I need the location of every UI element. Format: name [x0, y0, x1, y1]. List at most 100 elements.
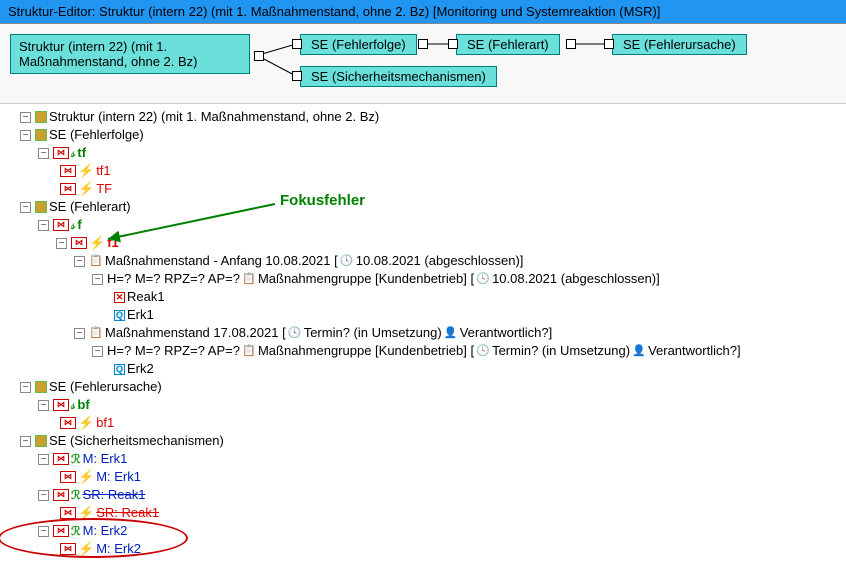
- tree-row[interactable]: − H=? M=? RPZ=? AP=? Maßnahmengruppe [Ku…: [20, 342, 842, 360]
- connector-node: [292, 39, 302, 49]
- collapse-icon[interactable]: −: [74, 256, 85, 267]
- collapse-icon[interactable]: −: [56, 238, 67, 249]
- link-icon: ℛ: [71, 450, 81, 468]
- connector-node: [448, 39, 458, 49]
- node-label: M: Erk1: [83, 450, 128, 468]
- node-label: Maßnahmenstand - Anfang 10.08.2021 [: [105, 252, 338, 270]
- tree-row[interactable]: − ⋈ 𝓈 tf: [20, 144, 842, 162]
- node-label: M: Erk2: [96, 540, 141, 558]
- tree-row[interactable]: ⋈ ⚡ tf1: [20, 162, 842, 180]
- box-fehlerart[interactable]: SE (Fehlerart): [456, 34, 560, 55]
- collapse-icon[interactable]: −: [38, 220, 49, 231]
- root-box[interactable]: Struktur (intern 22) (mit 1. Maßnahmenst…: [10, 34, 250, 74]
- clipboard-icon: [242, 272, 256, 286]
- box-fehlerfolge[interactable]: SE (Fehlerfolge): [300, 34, 417, 55]
- node-label: Erk2: [127, 360, 154, 378]
- tree-view[interactable]: Fokusfehler − Struktur (intern 22) (mit …: [0, 104, 846, 562]
- link-icon: ℛ: [71, 486, 81, 504]
- gate-icon: ⋈: [60, 507, 76, 519]
- node-label: Verantwortlich?]: [648, 342, 741, 360]
- x-icon: ✕: [114, 292, 125, 303]
- box-fehlerursache[interactable]: SE (Fehlerursache): [612, 34, 747, 55]
- person-icon: [444, 326, 458, 340]
- annotation-fokusfehler: Fokusfehler: [280, 192, 365, 210]
- tree-row-f1[interactable]: − ⋈ ⚡ f1: [20, 234, 842, 252]
- q-icon: Q: [114, 364, 125, 375]
- struct-icon: [35, 381, 47, 393]
- tree-row-m-erk2-child[interactable]: ⋈ ⚡ M: Erk2: [20, 540, 842, 558]
- node-label: Maßnahmenstand 17.08.2021 [: [105, 324, 286, 342]
- tree-row-sicherheitsmechanismen[interactable]: − SE (Sicherheitsmechanismen): [20, 432, 842, 450]
- node-label: M: Erk1: [96, 468, 141, 486]
- link-icon: 𝓈: [71, 144, 75, 162]
- node-label: Maßnahmengruppe [Kundenbetrieb] [: [258, 270, 474, 288]
- bolt-icon: ⚡: [78, 180, 94, 198]
- gate-icon: ⋈: [60, 471, 76, 483]
- tree-row-fehlerfolge[interactable]: − SE (Fehlerfolge): [20, 126, 842, 144]
- struct-icon: [35, 129, 47, 141]
- tree-row[interactable]: ⋈ ⚡ TF: [20, 180, 842, 198]
- bolt-icon: ⚡: [78, 162, 94, 180]
- tree-row[interactable]: Q Erk1: [20, 306, 842, 324]
- tree-row[interactable]: − Maßnahmenstand - Anfang 10.08.2021 [ 1…: [20, 252, 842, 270]
- node-label: Maßnahmengruppe [Kundenbetrieb] [: [258, 342, 474, 360]
- node-label: Verantwortlich?]: [460, 324, 553, 342]
- tree-row[interactable]: − ⋈ 𝓈 bf: [20, 396, 842, 414]
- tree-row[interactable]: ⋈ ⚡ SR: Reak1: [20, 504, 842, 522]
- connector-node: [254, 51, 264, 61]
- collapse-icon[interactable]: −: [20, 382, 31, 393]
- link-icon: ℛ: [71, 522, 81, 540]
- title-bar: Struktur-Editor: Struktur (intern 22) (m…: [0, 0, 846, 24]
- node-label: tf: [77, 144, 86, 162]
- node-label: 10.08.2021 (abgeschlossen)]: [356, 252, 524, 270]
- tree-row[interactable]: − H=? M=? RPZ=? AP=? Maßnahmengruppe [Ku…: [20, 270, 842, 288]
- collapse-icon[interactable]: −: [20, 202, 31, 213]
- node-label: SR: Reak1: [96, 504, 159, 522]
- bolt-icon: ⚡: [78, 540, 94, 558]
- tree-row-fehlerursache[interactable]: − SE (Fehlerursache): [20, 378, 842, 396]
- tree-row[interactable]: ⋈ ⚡ M: Erk1: [20, 468, 842, 486]
- tree-row-fehlerart[interactable]: − SE (Fehlerart): [20, 198, 842, 216]
- clock-icon: [340, 254, 354, 268]
- collapse-icon[interactable]: −: [38, 454, 49, 465]
- tree-row[interactable]: ⋈ ⚡ bf1: [20, 414, 842, 432]
- box-sicherheitsmechanismen[interactable]: SE (Sicherheitsmechanismen): [300, 66, 497, 87]
- collapse-icon[interactable]: −: [74, 328, 85, 339]
- tree-row[interactable]: − Maßnahmenstand 17.08.2021 [ Termin? (i…: [20, 324, 842, 342]
- node-label: Struktur (intern 22) (mit 1. Maßnahmenst…: [49, 108, 379, 126]
- collapse-icon[interactable]: −: [38, 526, 49, 537]
- collapse-icon[interactable]: −: [38, 490, 49, 501]
- clock-icon: [476, 344, 490, 358]
- bolt-icon: ⚡: [78, 414, 94, 432]
- clipboard-icon: [89, 326, 103, 340]
- connector-node: [418, 39, 428, 49]
- tree-row[interactable]: − ⋈ 𝓈 f: [20, 216, 842, 234]
- struct-icon: [35, 201, 47, 213]
- node-label: SE (Fehlerfolge): [49, 126, 144, 144]
- node-label: tf1: [96, 162, 110, 180]
- tree-row[interactable]: ✕ Reak1: [20, 288, 842, 306]
- node-label: SE (Fehlerart): [49, 198, 131, 216]
- collapse-icon[interactable]: −: [20, 436, 31, 447]
- tree-row[interactable]: − ⋈ ℛ M: Erk1: [20, 450, 842, 468]
- collapse-icon[interactable]: −: [38, 148, 49, 159]
- bolt-icon: ⚡: [89, 234, 105, 252]
- node-label: bf: [77, 396, 89, 414]
- node-label: SE (Fehlerursache): [49, 378, 162, 396]
- tree-row-root[interactable]: − Struktur (intern 22) (mit 1. Maßnahmen…: [20, 108, 842, 126]
- collapse-icon[interactable]: −: [20, 112, 31, 123]
- collapse-icon[interactable]: −: [20, 130, 31, 141]
- collapse-icon[interactable]: −: [38, 400, 49, 411]
- node-label: Termin? (in Umsetzung): [304, 324, 442, 342]
- node-label: Termin? (in Umsetzung): [492, 342, 630, 360]
- tree-row[interactable]: Q Erk2: [20, 360, 842, 378]
- collapse-icon[interactable]: −: [92, 346, 103, 357]
- node-label: f1: [107, 234, 119, 252]
- gate-icon: ⋈: [53, 147, 69, 159]
- bolt-icon: ⚡: [78, 468, 94, 486]
- struct-icon: [35, 111, 47, 123]
- collapse-icon[interactable]: −: [92, 274, 103, 285]
- tree-row[interactable]: − ⋈ ℛ SR: Reak1: [20, 486, 842, 504]
- gate-icon: ⋈: [71, 237, 87, 249]
- tree-row-m-erk2[interactable]: − ⋈ ℛ M: Erk2: [20, 522, 842, 540]
